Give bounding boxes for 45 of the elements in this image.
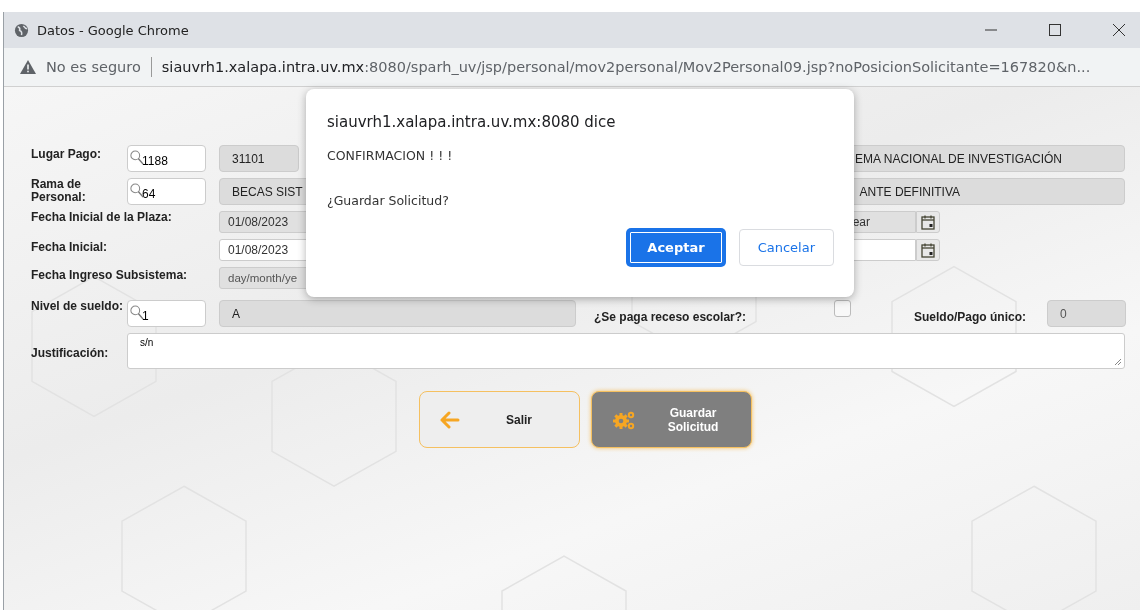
save-button[interactable]: Guardar Solicitud (590, 391, 752, 448)
window-title: Datos - Google Chrome (37, 22, 190, 38)
readonly-field: 0 (1047, 300, 1126, 327)
field-label: Lugar Pago: (31, 146, 102, 161)
url-text[interactable]: siauvrh1.xalapa.intra.uv.mx:8080/sparh_uv/jsp/personal/mov2personal/Mov2Personal09.jsp?noPosicionSolicitante=167820&n... (161, 59, 1091, 75)
security-label[interactable]: No es seguro (46, 59, 141, 75)
field-label: Rama de Personal: (31, 178, 87, 204)
arrow-left-icon (439, 410, 460, 429)
calendar-button[interactable] (916, 239, 940, 261)
globe-icon (14, 22, 29, 38)
field-label: Justificación: (31, 345, 110, 360)
search-icon (130, 183, 144, 199)
field-value: EMA NACIONAL DE INVESTIGACIÓN (855, 151, 1062, 166)
warning-icon (20, 60, 36, 74)
exit-button[interactable]: Salir (418, 391, 580, 448)
search-icon (130, 305, 144, 321)
readonly-field: A (219, 300, 576, 327)
field-value: ANTE DEFINITIVA (859, 184, 960, 199)
cancel-button[interactable]: Cancelar (738, 229, 834, 266)
field-value: BECAS SIST (232, 184, 303, 199)
field-label: Fecha Inicial: (31, 239, 109, 254)
dialog-question: ¿Guardar Solicitud? (327, 193, 450, 208)
checkbox[interactable] (834, 300, 851, 317)
field-label: Fecha Ingreso Subsistema: (31, 267, 189, 282)
readonly-field: 31101 (219, 145, 299, 172)
search-icon (130, 150, 144, 166)
dialog-message: CONFIRMACION ! ! ! (327, 148, 454, 163)
field-label: Fecha Inicial de la Plaza: (31, 211, 173, 224)
field-value: 1188 (142, 154, 168, 168)
lookup-field[interactable]: 1 (127, 300, 206, 327)
lookup-field[interactable]: 64 (127, 178, 206, 205)
field-label: Sueldo/Pago único: (914, 309, 1027, 324)
accept-button[interactable]: Aceptar (627, 229, 725, 266)
field-label: Nivel de sueldo: (31, 300, 125, 313)
text-area[interactable]: s/n (127, 333, 1125, 369)
resize-handle[interactable] (1114, 358, 1122, 366)
calendar-button[interactable] (916, 211, 940, 233)
field-value: 64 (142, 187, 156, 201)
close-icon[interactable] (1110, 21, 1128, 39)
field-value: s/n (140, 337, 154, 348)
field-label: ¿Se paga receso escolar?: (594, 309, 748, 324)
maximize-icon[interactable] (1046, 21, 1064, 39)
lookup-field[interactable]: 1188 (127, 145, 206, 172)
dialog-title: siauvrh1.xalapa.intra.uv.mx:8080 dice (327, 113, 617, 131)
field-value: 1 (142, 309, 149, 323)
